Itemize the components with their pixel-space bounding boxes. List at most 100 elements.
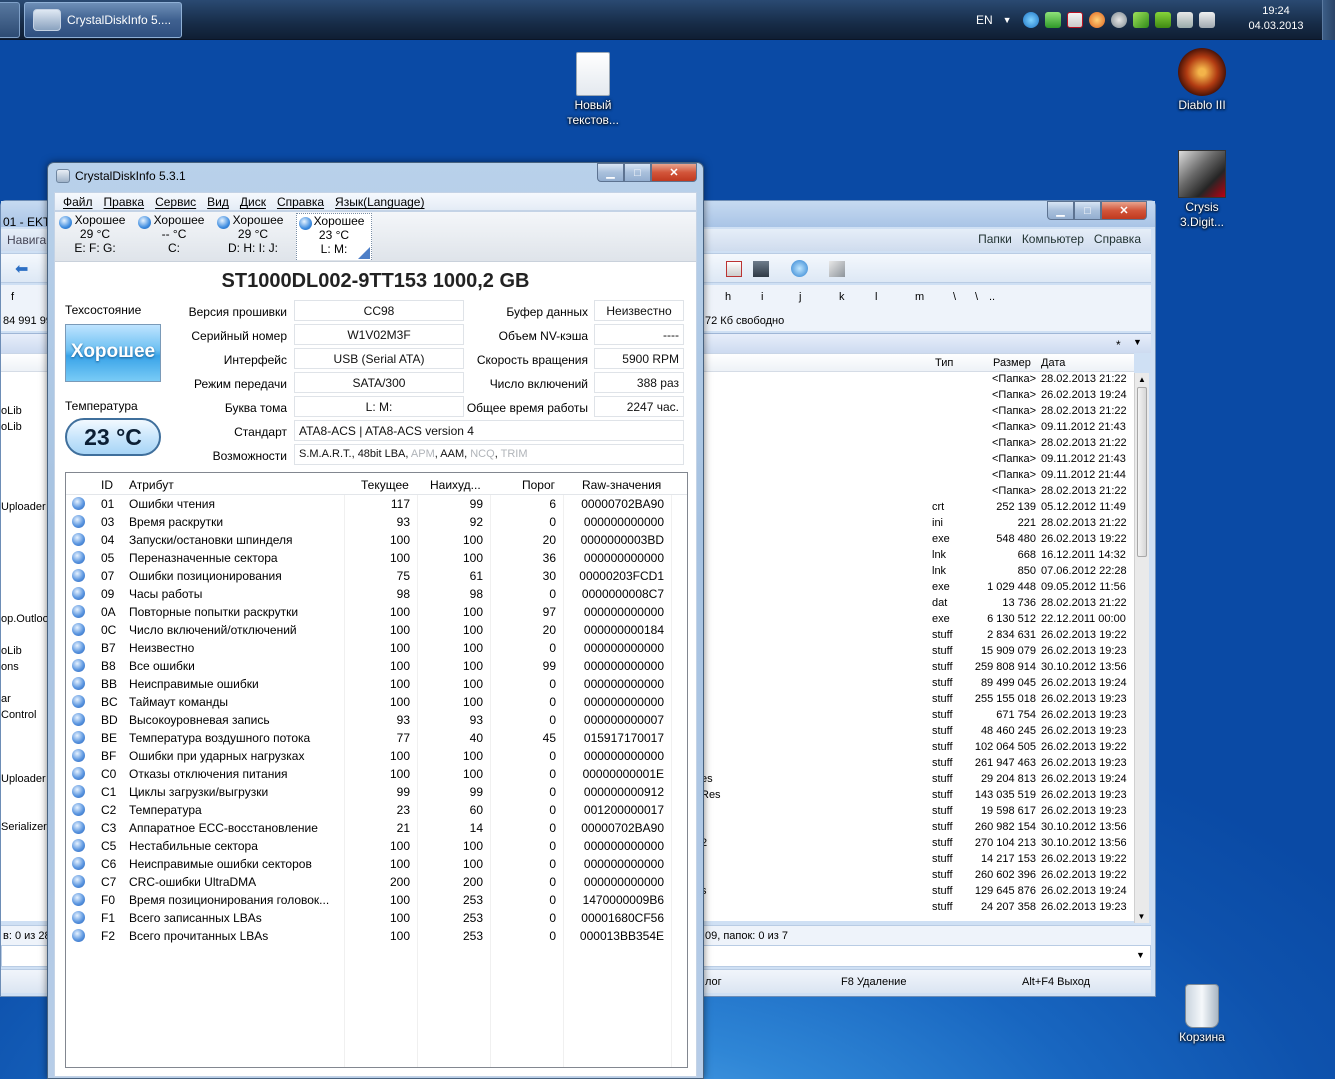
menu-disk[interactable]: Диск — [240, 195, 266, 210]
maximize-button[interactable]: □ — [1074, 201, 1101, 220]
toolbar-edit-icon[interactable] — [829, 261, 845, 277]
smart-attribute-row[interactable]: BC Таймаут команды 100 100 0 000000000000 — [66, 693, 687, 711]
toolbar-delete-icon[interactable] — [726, 261, 742, 277]
menu-service[interactable]: Сервис — [155, 195, 196, 210]
smart-attribute-row[interactable]: B7 Неизвестно 100 100 0 000000000000 — [66, 639, 687, 657]
disk-tab-3[interactable]: Хорошее 29 °C D: H: I: J: — [215, 213, 291, 260]
smart-attribute-row[interactable]: C1 Циклы загрузки/выгрузки 99 99 0 0000000009… — [66, 783, 687, 801]
close-button[interactable]: ✕ — [651, 163, 697, 182]
toolbar-terminal-icon[interactable] — [753, 261, 769, 277]
header-attribute[interactable]: Атрибут — [129, 478, 174, 492]
header-current[interactable]: Текущее — [361, 478, 409, 492]
health-status-button[interactable]: Хорошее — [65, 324, 161, 382]
column-type[interactable]: Тип — [935, 357, 953, 369]
menu-help[interactable]: Справка — [277, 195, 324, 210]
file-list-scrollbar[interactable]: ▲ ▼ — [1134, 373, 1149, 923]
header-worst[interactable]: Наихуд... — [430, 478, 481, 492]
smart-attribute-row[interactable]: 04 Запуски/остановки шпинделя 100 100 20 0000… — [66, 531, 687, 549]
language-indicator[interactable]: EN — [976, 13, 993, 27]
drive-root-button[interactable]: \ — [953, 291, 956, 303]
filter-star[interactable]: * — [1116, 338, 1121, 352]
smart-attribute-row[interactable]: 0C Число включений/отключений 100 100 20 0000… — [66, 621, 687, 639]
menu-folders[interactable]: Папки — [978, 232, 1012, 246]
menu-computer[interactable]: Компьютер — [1022, 232, 1084, 246]
drive-i-button[interactable]: i — [761, 291, 763, 303]
drive-backslash-button[interactable]: \ — [975, 291, 978, 303]
column-size[interactable]: Размер — [993, 357, 1031, 369]
drive-m-button[interactable]: m — [915, 291, 924, 303]
taskbar-crystaldiskinfo-button[interactable]: CrystalDiskInfo 5.... — [24, 2, 182, 38]
cdi-titlebar[interactable]: CrystalDiskInfo 5.3.1 — [56, 169, 186, 183]
maximize-button[interactable]: □ — [624, 163, 651, 182]
scroll-up-icon[interactable]: ▲ — [1135, 375, 1149, 384]
minimize-button[interactable]: ▁ — [1047, 201, 1074, 220]
smart-attribute-row[interactable]: C2 Температура 23 60 0 001200000017 — [66, 801, 687, 819]
smart-attribute-row[interactable]: 01 Ошибки чтения 117 99 6 00000702BA90 — [66, 495, 687, 513]
disk-tab-4-selected[interactable]: Хорошее 23 °C L: M: — [296, 213, 372, 260]
menu-edit[interactable]: Правка — [104, 195, 145, 210]
column-date[interactable]: Дата — [1041, 357, 1065, 369]
smart-attribute-row[interactable]: F0 Время позиционирования головок... 100 25… — [66, 891, 687, 909]
drive-k-button[interactable]: k — [839, 291, 845, 303]
left-drive-button[interactable]: f — [11, 291, 14, 303]
menu-help[interactable]: Справка — [1094, 232, 1141, 246]
smart-attribute-row[interactable]: 09 Часы работы 98 98 0 0000000008C7 — [66, 585, 687, 603]
smart-attribute-row[interactable]: B8 Все ошибки 100 100 99 000000000000 — [66, 657, 687, 675]
drive-j-button[interactable]: j — [799, 291, 801, 303]
desktop-icon-new-text[interactable]: Новый текстов... — [553, 52, 633, 128]
smart-attribute-row[interactable]: BD Высокоуровневая запись 93 93 0 00000000000… — [66, 711, 687, 729]
minimize-button[interactable]: ▁ — [597, 163, 624, 182]
toolbar-globe-icon[interactable] — [791, 260, 808, 277]
menu-view[interactable]: Вид — [207, 195, 229, 210]
scroll-thumb[interactable] — [1137, 387, 1147, 557]
green-app-tray-icon[interactable] — [1044, 12, 1061, 28]
tray-expand-icon[interactable]: ▼ — [1003, 15, 1012, 25]
menu-language[interactable]: Язык(Language) — [335, 195, 424, 210]
scroll-down-icon[interactable]: ▼ — [1135, 912, 1148, 921]
volume-tray-icon[interactable] — [1198, 12, 1215, 28]
desktop-icon-crysis[interactable]: Crysis 3.Digit... — [1162, 150, 1242, 230]
taskbar-previous-button[interactable] — [0, 2, 20, 38]
media-player-tray-icon[interactable] — [1022, 12, 1039, 28]
smart-attribute-row[interactable]: F2 Всего прочитанных LBAs 100 253 0 000013BB3… — [66, 927, 687, 945]
smart-attribute-row[interactable]: BF Ошибки при ударных нагрузках 100 100 0 000… — [66, 747, 687, 765]
tools-tray-icon[interactable] — [1176, 12, 1193, 28]
smart-attribute-row[interactable]: C6 Неисправимые ошибки секторов 100 100 0 000… — [66, 855, 687, 873]
desktop-icon-recycle-bin[interactable]: Корзина — [1162, 984, 1242, 1045]
path-dropdown-icon[interactable]: ▼ — [1133, 337, 1142, 347]
smart-attribute-row[interactable]: F1 Всего записанных LBAs 100 253 0 00001680CF… — [66, 909, 687, 927]
smart-attribute-row[interactable]: 0A Повторные попытки раскрутки 100 100 97 000… — [66, 603, 687, 621]
clock[interactable]: 19:24 04.03.2013 — [1240, 4, 1312, 34]
back-arrow-icon[interactable]: ⬅ — [15, 259, 28, 279]
menu-file[interactable]: Файл — [63, 195, 93, 210]
smart-attribute-row[interactable]: C7 CRC-ошибки UltraDMA 200 200 0 000000000000 — [66, 873, 687, 891]
header-id[interactable]: ID — [101, 478, 113, 492]
smart-attribute-row[interactable]: BB Неисправимые ошибки 100 100 0 000000000000 — [66, 675, 687, 693]
fkey-log[interactable]: лог — [705, 976, 722, 988]
header-raw[interactable]: Raw-значения — [582, 478, 661, 492]
smart-attribute-row[interactable]: BE Температура воздушного потока 77 40 45 015… — [66, 729, 687, 747]
command-dropdown-icon[interactable]: ▼ — [1136, 950, 1145, 960]
smart-attribute-row[interactable]: C3 Аппаратное ECC-восстановление 21 14 0 0000… — [66, 819, 687, 837]
smart-attribute-row[interactable]: C0 Отказы отключения питания 100 100 0 000000… — [66, 765, 687, 783]
close-button[interactable]: ✕ — [1101, 201, 1147, 220]
orange-app-tray-icon[interactable] — [1088, 12, 1105, 28]
disk-tab-1[interactable]: Хорошее 29 °C E: F: G: — [57, 213, 133, 260]
smart-attribute-row[interactable]: C5 Нестабильные сектора 100 100 0 00000000000… — [66, 837, 687, 855]
desktop-icon-diablo[interactable]: Diablo III — [1162, 48, 1242, 113]
fkey-exit[interactable]: Alt+F4 Выход — [1022, 976, 1090, 988]
smart-attribute-row[interactable]: 07 Ошибки позиционирования 75 61 30 00000203F… — [66, 567, 687, 585]
header-threshold[interactable]: Порог — [522, 478, 555, 492]
drive-h-button[interactable]: h — [725, 291, 731, 303]
disk-tab-2[interactable]: Хорошее -- °C C: — [136, 213, 212, 260]
update-tray-icon[interactable] — [1132, 12, 1149, 28]
drive-up-button[interactable]: .. — [989, 291, 995, 303]
fkey-delete[interactable]: F8 Удаление — [841, 976, 906, 988]
temperature-display[interactable]: 23 °C — [65, 418, 161, 456]
smart-attribute-row[interactable]: 03 Время раскрутки 93 92 0 000000000000 — [66, 513, 687, 531]
nvidia-tray-icon[interactable] — [1154, 12, 1171, 28]
security-tray-icon[interactable] — [1066, 12, 1083, 28]
steam-tray-icon[interactable] — [1110, 12, 1127, 28]
show-desktop-button[interactable] — [1322, 0, 1335, 40]
drive-l-button[interactable]: l — [875, 291, 877, 303]
